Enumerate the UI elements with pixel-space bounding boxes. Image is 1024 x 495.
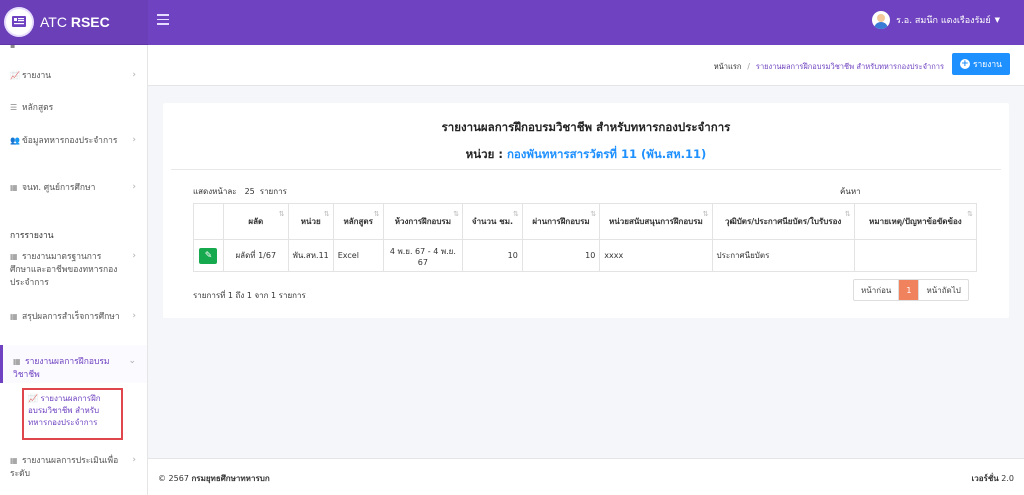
table-info: รายการที่ 1 ถึง 1 จาก 1 รายการ: [193, 291, 306, 300]
chart-icon: 📈: [10, 71, 20, 80]
cell-passed: 10: [521, 239, 601, 272]
sidebar-subitem-training-report[interactable]: 📈 รายงานผลการฝึกอบรมวิชาชีพ สำหรับทหารกอ…: [22, 388, 123, 440]
col-note[interactable]: หมายเหตุ/ปัญหาข้อขัดข้อง ⇅: [853, 203, 978, 240]
cell-hours: 10: [462, 239, 523, 272]
grid-icon: ▦: [10, 312, 18, 321]
version: เวอร์ชั่น 2.0: [971, 474, 1014, 483]
sidebar: ▪ 📈 รายงาน › ☰ หลักสูตร 👥 ข้อมูลทหารกองประจ…: [0, 45, 148, 495]
col-period[interactable]: ห้วงการฝึกอบรม ⇅: [382, 203, 464, 240]
col-unit[interactable]: หน่วย ⇅: [287, 203, 334, 240]
list-icon: ☰: [10, 103, 18, 112]
pagination: หน้าก่อน 1 หน้าถัดไป: [853, 279, 969, 301]
breadcrumb-current: รายงานผลการฝึกอบรมวิชาชีพ สำหรับทหารกองป…: [755, 62, 944, 71]
next-page-button[interactable]: หน้าถัดไป: [919, 280, 967, 300]
brand-name: ATC RSEC: [40, 14, 110, 30]
user-name: ร.อ. สมนึก แดงเรืองรัมย์: [896, 16, 991, 26]
sidebar-item-report[interactable]: 📈 รายงาน ›: [0, 69, 147, 83]
search-label: ค้นหา: [840, 187, 861, 196]
col-certificate[interactable]: วุฒิบัตร/ประกาศนียบัตร/ใบรับรอง ⇅: [711, 203, 855, 240]
chevron-right-icon: ›: [132, 311, 136, 321]
col-round[interactable]: ผลัด ⇅: [222, 203, 289, 240]
cell-course: Excel: [332, 239, 384, 272]
grid-icon: ▦: [10, 456, 18, 465]
top-navbar: ATC RSEC ร.อ. สมนึก แดงเรืองรัมย์ ▼: [0, 0, 1024, 45]
page-length-control: แสดงหน้าละ 25 รายการ: [193, 187, 287, 196]
sidebar-item-soldiers[interactable]: 👥 ข้อมูลทหารกองประจำการ ›: [0, 134, 147, 148]
cell-certificate: ประกาศนียบัตร: [711, 239, 855, 272]
page-title: รายงานผลการฝึกอบรมวิชาชีพ สำหรับทหารกองป…: [441, 120, 731, 134]
user-menu[interactable]: ร.อ. สมนึก แดงเรืองรัมย์ ▼: [872, 11, 1000, 29]
sidebar-item-training[interactable]: ▦ รายงานผลการฝึกอบรมวิชาชีพ ⌄: [0, 345, 147, 383]
cell-period: 4 พ.ย. 67 - 4 พ.ย. 67: [382, 239, 464, 272]
report-table: ผลัด ⇅ หน่วย ⇅ หลักสูตร ⇅ ห้วงการฝึกอบรม ⇅ จ…: [193, 203, 978, 272]
col-action: [193, 203, 224, 240]
sidebar-item-courses[interactable]: ☰ หลักสูตร: [0, 101, 147, 115]
chevron-down-icon: ▼: [994, 16, 1000, 24]
page-length-select[interactable]: 25: [245, 187, 255, 196]
users-icon: 👥: [10, 136, 20, 145]
chevron-down-icon: ⌄: [128, 356, 136, 366]
cell-support: xxxx: [599, 239, 713, 272]
edit-cell: ✎: [193, 239, 224, 272]
breadcrumb-home[interactable]: หน้าแรก: [714, 62, 742, 71]
cell-round: ผลัดที่ 1/67: [222, 239, 289, 272]
col-hours[interactable]: จำนวน ชม. ⇅: [462, 203, 523, 240]
footer: © 2567 กรมยุทธศึกษาทหารบก เวอร์ชั่น 2.0: [148, 458, 1024, 495]
plus-circle-icon: +: [959, 59, 970, 69]
table-row: ✎ ผลัดที่ 1/67 พัน.สห.11 Excel 4 พ.ย. 67…: [193, 239, 978, 272]
chart-icon: 📈: [28, 394, 38, 403]
sidebar-section-header: การรายงาน: [10, 231, 54, 241]
col-support[interactable]: หน่วยสนับสนุนการฝึกอบรม ⇅: [599, 203, 713, 240]
sidebar-item-graduation[interactable]: ▦ สรุปผลการสำเร็จการศึกษา ›: [0, 310, 147, 324]
prev-page-button[interactable]: หน้าก่อน: [854, 280, 900, 300]
col-course[interactable]: หลักสูตร ⇅: [332, 203, 384, 240]
page-button-1[interactable]: 1: [899, 280, 920, 300]
sidebar-item-evaluation[interactable]: ▦ รายงานผลการประเมินเพื่อระดับ ›: [0, 454, 147, 481]
grid-icon: ▦: [10, 183, 18, 192]
chevron-right-icon: ›: [132, 70, 136, 80]
breadcrumb: หน้าแรก / รายงานผลการฝึกอบรมวิชาชีพ สำหรับ…: [713, 62, 944, 71]
sidebar-item-partial[interactable]: ▪: [0, 45, 147, 53]
sidebar-item-standards[interactable]: ▦ รายงานมาตรฐานการศึกษาและอาชีพของทหารกอง…: [0, 250, 147, 290]
cell-unit: พัน.สห.11: [287, 239, 334, 272]
copyright: © 2567 กรมยุทธศึกษาทหารบก: [158, 474, 270, 483]
brand[interactable]: ATC RSEC: [0, 0, 148, 45]
breadcrumb-bar: หน้าแรก / รายงานผลการฝึกอบรมวิชาชีพ สำหรับ…: [148, 45, 1024, 86]
chevron-right-icon: ›: [132, 455, 136, 465]
report-button[interactable]: + รายงาน: [951, 53, 1010, 75]
grid-icon: ▦: [13, 357, 21, 366]
menu-toggle-icon[interactable]: [157, 14, 169, 25]
unit-heading: หน่วย : กองพันทหารสารวัตรที่ 11 (พัน.สห.…: [465, 147, 707, 161]
unit-name: กองพันทหารสารวัตรที่ 11 (พัน.สห.11): [506, 147, 707, 161]
col-passed[interactable]: ผ่านการฝึกอบรม ⇅: [521, 203, 601, 240]
edit-pencil-icon[interactable]: ✎: [199, 247, 218, 264]
avatar: [872, 11, 891, 29]
chevron-right-icon: ›: [132, 135, 136, 145]
table-header-row: ผลัด ⇅ หน่วย ⇅ หลักสูตร ⇅ ห้วงการฝึกอบรม ⇅ จ…: [193, 203, 978, 240]
divider: [171, 169, 1001, 170]
chevron-right-icon: ›: [132, 251, 136, 261]
cell-note: [853, 239, 978, 272]
chevron-right-icon: ›: [132, 182, 136, 192]
report-card: รายงานผลการฝึกอบรมวิชาชีพ สำหรับทหารกองป…: [163, 103, 1009, 318]
sidebar-item-staff[interactable]: ▦ จนท. ศูนย์การศึกษา ›: [0, 181, 147, 195]
grid-icon: ▦: [10, 252, 18, 261]
brand-logo-icon: [6, 9, 32, 35]
